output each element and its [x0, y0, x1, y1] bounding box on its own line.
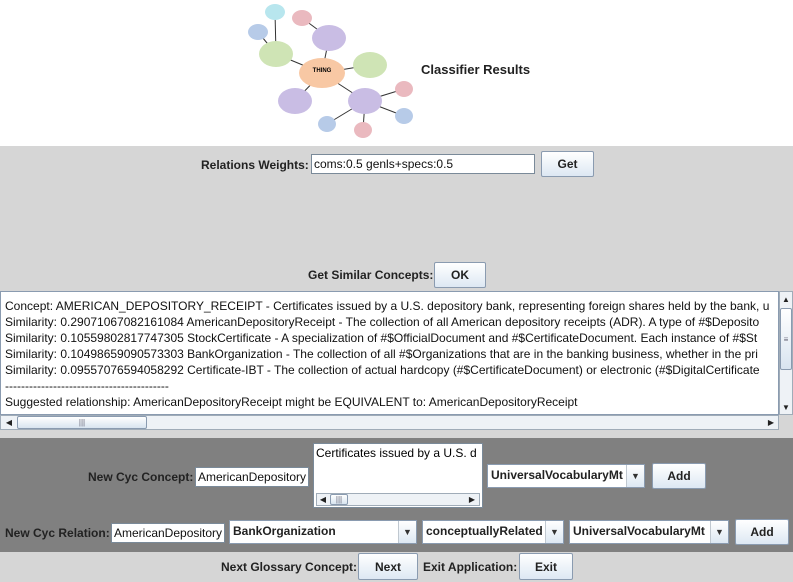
- new-concept-panel: New Cyc Concept: AmericanDepository Cert…: [0, 438, 793, 552]
- exit-application-label: Exit Application:: [423, 560, 518, 574]
- chevron-down-icon: ▼: [398, 521, 416, 543]
- results-vertical-scrollbar[interactable]: ▲ ≡ ▼: [779, 291, 793, 415]
- result-line: Similarity: 0.10559802817747305 StockCer…: [5, 331, 758, 345]
- footer-panel: Next Glossary Concept: Next Exit Applica…: [0, 552, 793, 582]
- weights-label: Relations Weights:: [201, 158, 309, 172]
- comment-text: Certificates issued by a U.S. d: [316, 446, 477, 460]
- page-title: Classifier Results: [421, 62, 531, 77]
- scroll-up-icon[interactable]: ▲: [780, 292, 792, 306]
- get-button[interactable]: Get: [541, 151, 594, 177]
- scroll-thumb[interactable]: ≡: [780, 308, 792, 370]
- ok-button[interactable]: OK: [434, 262, 486, 288]
- new-relation-name-input[interactable]: AmericanDepository: [111, 523, 225, 543]
- logo-text: THING: [312, 68, 332, 74]
- result-line: Similarity: 0.10498659090573303 BankOrga…: [5, 347, 758, 361]
- result-line: Similarity: 0.29071067082161084 American…: [5, 315, 760, 329]
- new-concept-comment-textarea[interactable]: Certificates issued by a U.S. d ◀ ||| ▶: [313, 443, 483, 508]
- new-relation-label: New Cyc Relation:: [5, 526, 110, 540]
- add-concept-button[interactable]: Add: [652, 463, 706, 489]
- header-panel: THING Classifier Results: [0, 0, 793, 146]
- weights-panel: Relations Weights: coms:0.5 genls+specs:…: [0, 146, 793, 290]
- relation-mt-dropdown[interactable]: UniversalVocabularyMt ▼: [569, 520, 729, 544]
- relation-target-dropdown[interactable]: BankOrganization ▼: [229, 520, 417, 544]
- comment-horizontal-scrollbar[interactable]: ◀ ||| ▶: [316, 493, 480, 506]
- scroll-left-icon[interactable]: ◀: [318, 494, 328, 505]
- scroll-right-icon[interactable]: ▶: [467, 494, 477, 505]
- scroll-left-icon[interactable]: ◀: [3, 416, 15, 429]
- relation-selected: conceptuallyRelated: [426, 524, 543, 538]
- new-concept-label: New Cyc Concept:: [88, 470, 194, 484]
- target-selected: BankOrganization: [233, 524, 336, 538]
- next-concept-label: Next Glossary Concept:: [221, 560, 358, 574]
- chevron-down-icon: ▼: [626, 465, 644, 487]
- results-horizontal-scrollbar[interactable]: ◀ ||| ▶: [0, 415, 779, 430]
- weights-input[interactable]: coms:0.5 genls+specs:0.5: [311, 154, 535, 174]
- next-button[interactable]: Next: [358, 553, 418, 580]
- relation-type-dropdown[interactable]: conceptuallyRelated ▼: [422, 520, 564, 544]
- mt-selected: UniversalVocabularyMt: [573, 524, 705, 538]
- scroll-right-icon[interactable]: ▶: [765, 416, 777, 429]
- mt-selected: UniversalVocabularyMt: [491, 468, 623, 482]
- scroll-down-icon[interactable]: ▼: [780, 400, 792, 414]
- result-line: Similarity: 0.09557076594058292 Certific…: [5, 363, 760, 377]
- chevron-down-icon: ▼: [545, 521, 563, 543]
- chevron-down-icon: ▼: [710, 521, 728, 543]
- result-line: ----------------------------------------…: [5, 379, 169, 393]
- scroll-thumb[interactable]: |||: [17, 416, 147, 429]
- result-line: Suggested relationship: AmericanDeposito…: [5, 395, 578, 409]
- new-concept-mt-dropdown[interactable]: UniversalVocabularyMt ▼: [487, 464, 645, 488]
- add-relation-button[interactable]: Add: [735, 519, 789, 545]
- new-concept-name-input[interactable]: AmericanDepository: [195, 467, 309, 487]
- results-textarea[interactable]: Concept: AMERICAN_DEPOSITORY_RECEIPT - C…: [0, 291, 779, 415]
- result-line: Concept: AMERICAN_DEPOSITORY_RECEIPT - C…: [5, 299, 770, 313]
- scroll-thumb[interactable]: |||: [330, 494, 348, 505]
- exit-button[interactable]: Exit: [519, 553, 573, 580]
- similar-concepts-label: Get Similar Concepts:: [308, 268, 434, 282]
